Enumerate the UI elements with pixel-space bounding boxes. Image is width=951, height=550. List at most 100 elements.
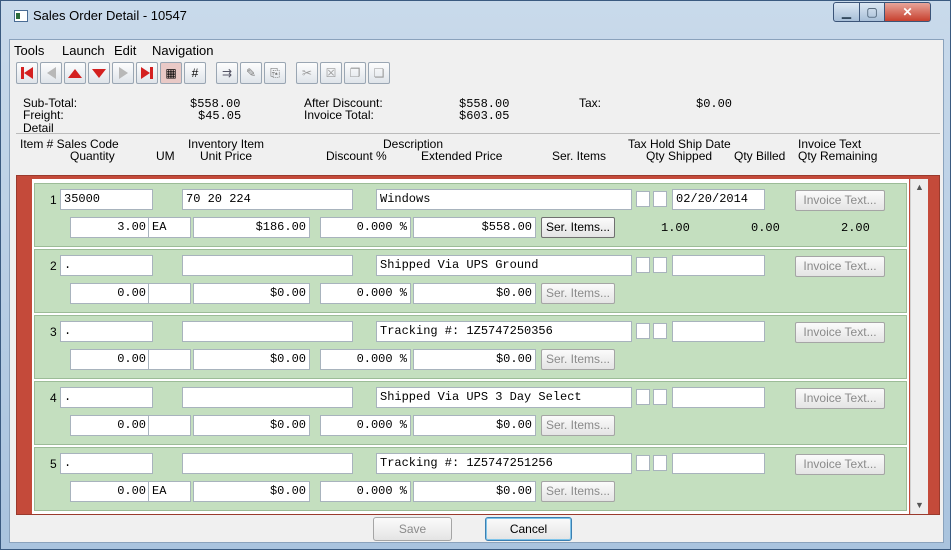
save-button[interactable]: Save (373, 517, 452, 541)
inventory-item-field[interactable] (182, 255, 353, 276)
cut-button[interactable]: ✂ (296, 62, 318, 84)
description-field[interactable]: Tracking #: 1Z5747250356 (376, 321, 632, 342)
ser-items-button[interactable]: Ser. Items... (541, 481, 615, 502)
inventory-item-field[interactable]: 70 20 224 (182, 189, 353, 210)
copy-button[interactable]: ❐ (344, 62, 366, 84)
scroll-up-icon[interactable]: ▲ (911, 179, 928, 196)
quantity-field[interactable]: 3.00 (70, 217, 150, 238)
unit-price-field[interactable]: $0.00 (193, 415, 310, 436)
unit-price-field[interactable]: $186.00 (193, 217, 310, 238)
vertical-scrollbar[interactable]: ▲ ▼ (910, 179, 928, 514)
clipboard-button[interactable]: ❏ (368, 62, 390, 84)
menu-edit[interactable]: Edit (114, 43, 136, 58)
hold-checkbox[interactable] (653, 455, 667, 471)
discount-field[interactable]: 0.000 % (320, 415, 411, 436)
tax-checkbox[interactable] (636, 191, 650, 207)
qty-shipped-value: 1.00 (661, 221, 690, 235)
description-field[interactable]: Windows (376, 189, 632, 210)
discount-field[interactable]: 0.000 % (320, 481, 411, 502)
tax-value: $0.00 (696, 97, 733, 111)
um-field[interactable]: EA (148, 481, 191, 502)
discount-field[interactable]: 0.000 % (320, 217, 411, 238)
delete-button[interactable]: ☒ (320, 62, 342, 84)
invoice-text-button[interactable]: Invoice Text... (795, 454, 885, 475)
inventory-item-field[interactable] (182, 453, 353, 474)
edit-button[interactable]: ✎ (240, 62, 262, 84)
ser-items-button[interactable]: Ser. Items... (541, 349, 615, 370)
app-icon (14, 10, 28, 22)
um-field[interactable] (148, 349, 191, 370)
sales-code-field[interactable]: 35000 (60, 189, 153, 210)
um-field[interactable] (148, 283, 191, 304)
sales-code-field[interactable]: . (60, 321, 153, 342)
ship-date-field[interactable] (672, 453, 765, 474)
close-button[interactable]: ✕ (884, 2, 931, 22)
table-row: 3 . Tracking #: 1Z5747250356 Invoice Tex… (34, 315, 907, 379)
sales-code-field[interactable]: . (60, 387, 153, 408)
discount-field[interactable]: 0.000 % (320, 283, 411, 304)
ship-date-field[interactable] (672, 387, 765, 408)
hold-checkbox[interactable] (653, 257, 667, 273)
description-field[interactable]: Shipped Via UPS Ground (376, 255, 632, 276)
discount-field[interactable]: 0.000 % (320, 349, 411, 370)
extended-price-field[interactable]: $558.00 (413, 217, 536, 238)
last-record-button[interactable] (136, 62, 158, 84)
move-down-button[interactable] (88, 62, 110, 84)
quantity-field[interactable]: 0.00 (70, 415, 150, 436)
extended-price-field[interactable]: $0.00 (413, 283, 536, 304)
tax-checkbox[interactable] (636, 389, 650, 405)
next-button[interactable] (112, 62, 134, 84)
menu-navigation[interactable]: Navigation (152, 43, 213, 58)
unit-price-field[interactable]: $0.00 (193, 349, 310, 370)
freight-value: $45.05 (198, 109, 242, 123)
move-up-button[interactable] (64, 62, 86, 84)
quantity-field[interactable]: 0.00 (70, 283, 150, 304)
paste-button[interactable]: ⎘ (264, 62, 286, 84)
ser-items-button[interactable]: Ser. Items... (541, 415, 615, 436)
invoice-text-button[interactable]: Invoice Text... (795, 190, 885, 211)
ship-date-field[interactable]: 02/20/2014 (672, 189, 765, 210)
title-bar[interactable]: Sales Order Detail - 10547 ▁ ▢ ✕ (1, 1, 950, 31)
tax-checkbox[interactable] (636, 257, 650, 273)
ser-items-button[interactable]: Ser. Items... (541, 217, 615, 238)
previous-button[interactable] (40, 62, 62, 84)
tax-checkbox[interactable] (636, 455, 650, 471)
hold-checkbox[interactable] (653, 389, 667, 405)
tax-checkbox[interactable] (636, 323, 650, 339)
hold-checkbox[interactable] (653, 191, 667, 207)
quantity-field[interactable]: 0.00 (70, 481, 150, 502)
extended-price-field[interactable]: $0.00 (413, 481, 536, 502)
extended-price-field[interactable]: $0.00 (413, 349, 536, 370)
ship-date-field[interactable] (672, 321, 765, 342)
ship-date-field[interactable] (672, 255, 765, 276)
hold-checkbox[interactable] (653, 323, 667, 339)
description-field[interactable]: Tracking #: 1Z5747251256 (376, 453, 632, 474)
invoice-text-button[interactable]: Invoice Text... (795, 256, 885, 277)
cancel-button[interactable]: Cancel (485, 517, 572, 541)
description-field[interactable]: Shipped Via UPS 3 Day Select (376, 387, 632, 408)
um-field[interactable] (148, 415, 191, 436)
sales-code-field[interactable]: . (60, 453, 153, 474)
scroll-down-icon[interactable]: ▼ (911, 497, 928, 514)
sales-code-field[interactable]: . (60, 255, 153, 276)
extended-price-field[interactable]: $0.00 (413, 415, 536, 436)
minimize-button[interactable]: ▁ (833, 2, 860, 22)
quantity-field[interactable]: 0.00 (70, 349, 150, 370)
first-record-button[interactable] (16, 62, 38, 84)
maximize-button[interactable]: ▢ (859, 2, 885, 22)
first-record-icon (21, 67, 33, 79)
unit-price-field[interactable]: $0.00 (193, 283, 310, 304)
inventory-item-field[interactable] (182, 387, 353, 408)
menu-launch[interactable]: Launch (62, 43, 105, 58)
invoice-text-button[interactable]: Invoice Text... (795, 322, 885, 343)
um-field[interactable]: EA (148, 217, 191, 238)
number-button[interactable]: # (184, 62, 206, 84)
paste-icon: ⎘ (270, 65, 280, 80)
columns-button[interactable]: ⇉ (216, 62, 238, 84)
menu-tools[interactable]: Tools (14, 43, 44, 58)
inventory-item-field[interactable] (182, 321, 353, 342)
invoice-text-button[interactable]: Invoice Text... (795, 388, 885, 409)
unit-price-field[interactable]: $0.00 (193, 481, 310, 502)
grid-button[interactable]: ▦ (160, 62, 182, 84)
ser-items-button[interactable]: Ser. Items... (541, 283, 615, 304)
